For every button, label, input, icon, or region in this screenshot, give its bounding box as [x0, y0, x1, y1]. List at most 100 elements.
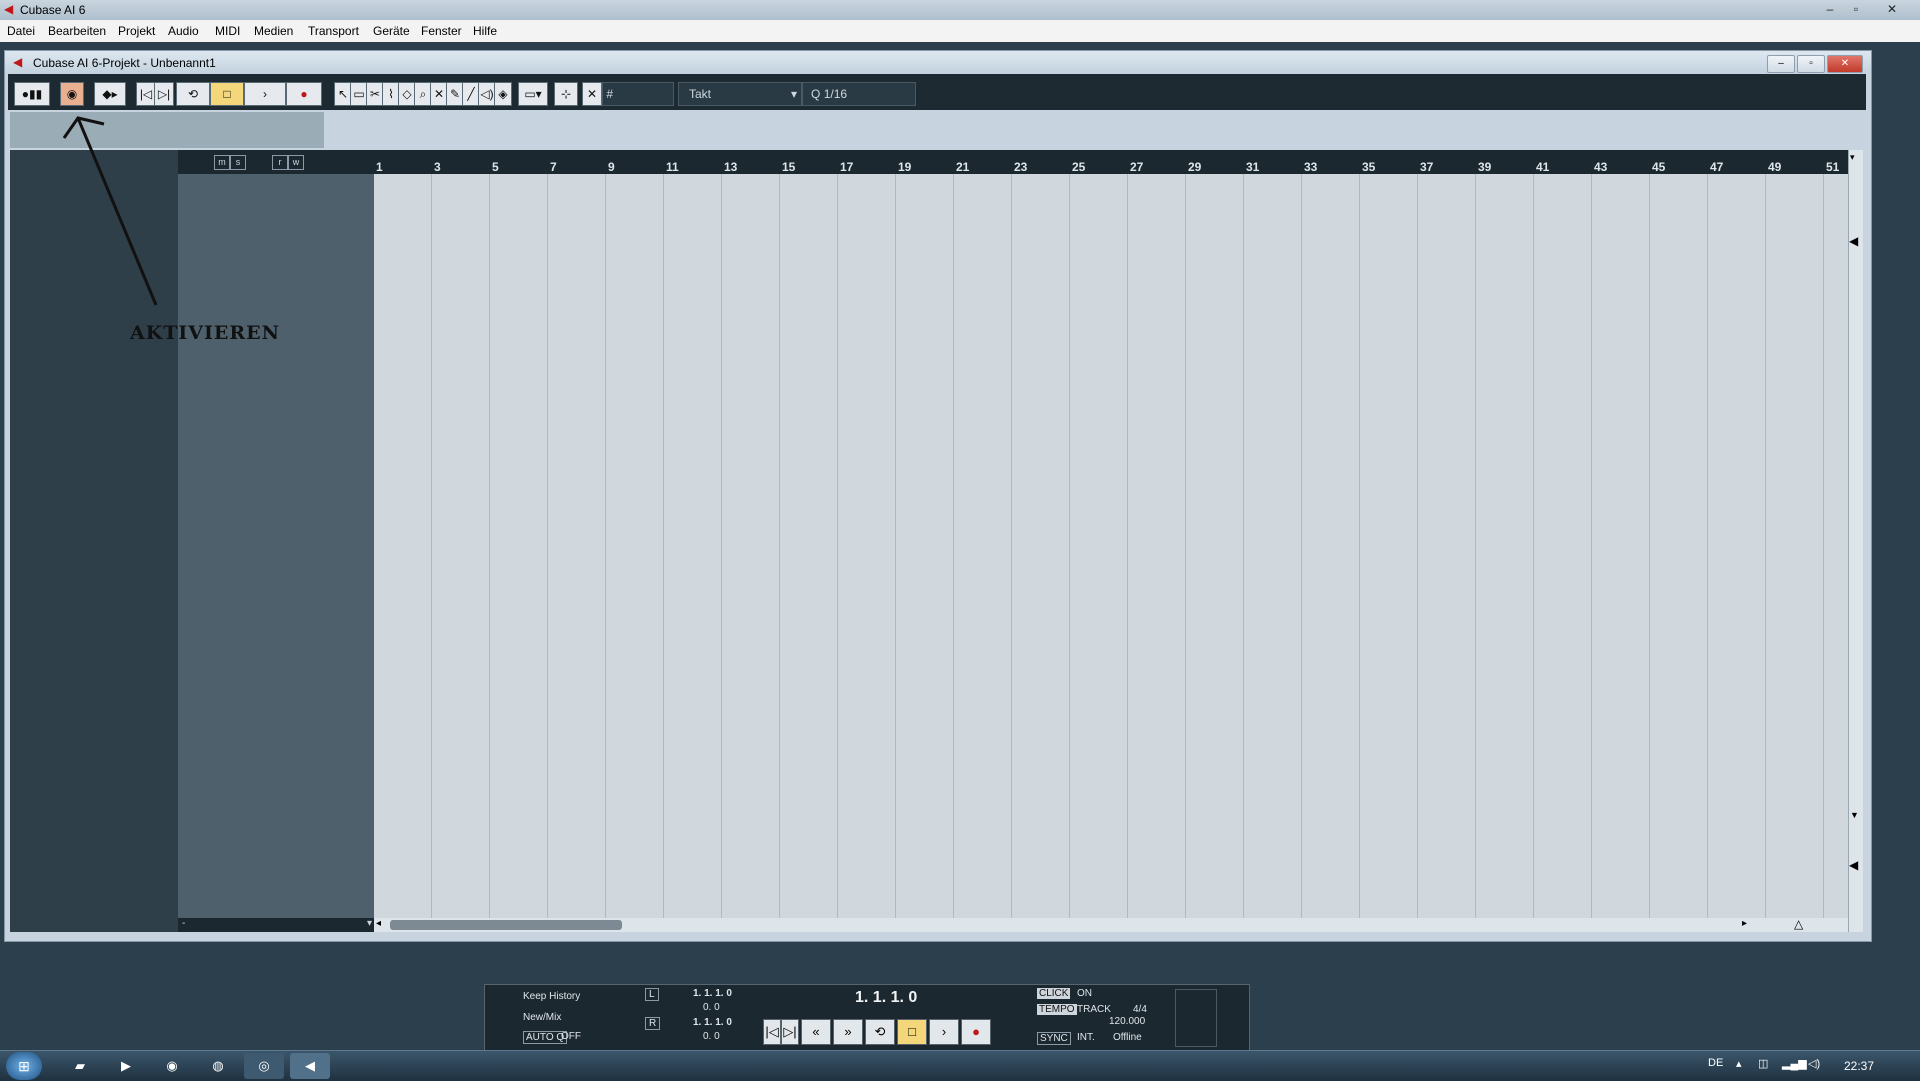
ruler-label: 47: [1710, 160, 1724, 174]
play-button[interactable]: ›: [244, 82, 286, 106]
activate-project-button[interactable]: ◉: [60, 82, 84, 106]
chrome-icon[interactable]: ◎: [244, 1053, 284, 1079]
automation-mode-button[interactable]: ◆▸: [94, 82, 126, 106]
menu-datei[interactable]: Datei: [7, 24, 35, 38]
global-write-button[interactable]: w: [288, 155, 304, 170]
time-signature[interactable]: 4/4: [1133, 1004, 1147, 1015]
cycle-icon[interactable]: ⟲: [865, 1019, 895, 1045]
menu-projekt[interactable]: Projekt: [118, 24, 155, 38]
color-tool-icon[interactable]: ◈: [494, 82, 512, 106]
ruler-label: 49: [1768, 160, 1782, 174]
project-close-button[interactable]: ✕: [1827, 55, 1863, 73]
tempo-label[interactable]: TEMPO: [1037, 1004, 1077, 1015]
transport-panel: Keep History New/Mix AUTO Q OFF L 1. 1. …: [484, 984, 1250, 1054]
go-to-start-icon[interactable]: |◁: [763, 1019, 781, 1045]
windows-start-icon[interactable]: ⊞: [6, 1052, 42, 1080]
network-signal-icon[interactable]: ▂▄▆: [1782, 1057, 1807, 1070]
history-label[interactable]: Keep History: [523, 991, 580, 1002]
menu-fenster[interactable]: Fenster: [421, 24, 462, 38]
record-button[interactable]: ●: [286, 82, 322, 106]
position-display[interactable]: 1. 1. 1. 0: [855, 989, 917, 1007]
event-display[interactable]: [374, 174, 1848, 918]
explorer-icon[interactable]: ▰: [60, 1053, 100, 1079]
scroll-right-icon[interactable]: ▸: [1742, 918, 1747, 929]
stop-button[interactable]: □: [897, 1019, 927, 1045]
timeline-ruler[interactable]: 1 3 5 7 9 11 13 15 17 19 21 23 25 27 29 31 33 35 37 39 41 43 4…: [374, 150, 1848, 174]
tempo-value[interactable]: 120.000: [1109, 1016, 1145, 1027]
show-hidden-icons-icon[interactable]: ▴: [1736, 1057, 1742, 1070]
record-button[interactable]: ●: [961, 1019, 991, 1045]
auto-quantize-state: OFF: [561, 1031, 581, 1042]
right-locator-sub: 0. 0: [703, 1031, 720, 1042]
mix-label[interactable]: New/Mix: [523, 1012, 561, 1023]
ruler-label: 25: [1072, 160, 1086, 174]
go-to-end-icon[interactable]: ▷|: [781, 1019, 799, 1045]
grid-type-select[interactable]: Takt ▾: [678, 82, 802, 106]
scroll-left-icon[interactable]: ◂: [376, 918, 381, 929]
app-icon[interactable]: ◉: [152, 1053, 192, 1079]
track-height-slider-icon[interactable]: ◀: [1849, 858, 1858, 872]
quantize-select[interactable]: Q 1/16: [802, 82, 916, 106]
menu-transport[interactable]: Transport: [308, 24, 359, 38]
horizontal-scrollbar[interactable]: ◂ ▸ △: [374, 917, 1848, 932]
global-mute-button[interactable]: m: [214, 155, 230, 170]
track-list-footer-value: -: [182, 918, 186, 929]
click-state: ON: [1077, 988, 1092, 999]
media-player-icon[interactable]: ▶: [106, 1053, 146, 1079]
zoom-menu-icon[interactable]: ▾: [1850, 152, 1855, 163]
scroll-down-icon[interactable]: ▼: [1850, 810, 1859, 820]
autoscroll-button[interactable]: ⊹: [554, 82, 578, 106]
go-to-end-icon[interactable]: ▷|: [154, 82, 174, 106]
go-to-start-icon[interactable]: |◁: [136, 82, 156, 106]
menu-bearbeiten[interactable]: Bearbeiten: [48, 24, 106, 38]
menu-geraete[interactable]: Geräte: [373, 24, 410, 38]
vertical-zoom-slider-icon[interactable]: ◀: [1849, 234, 1858, 248]
snap-zero-button[interactable]: ✕: [582, 82, 602, 106]
rewind-icon[interactable]: «: [801, 1019, 831, 1045]
global-solo-button[interactable]: s: [230, 155, 246, 170]
app-title: Cubase AI 6: [20, 3, 86, 17]
snap-button[interactable]: #: [602, 82, 674, 106]
menu-medien[interactable]: Medien: [254, 24, 293, 38]
horizontal-zoom-slider-icon[interactable]: △: [1794, 917, 1803, 931]
quantize-value: 1/16: [823, 87, 848, 101]
cycle-icon[interactable]: ⟲: [176, 82, 210, 106]
chevron-down-icon: ▾: [790, 87, 797, 101]
minimize-button[interactable]: –: [1818, 1, 1842, 17]
ruler-label: 39: [1478, 160, 1492, 174]
annotation-arrow: [62, 116, 158, 306]
menu-audio[interactable]: Audio: [168, 24, 199, 38]
project-maximize-button[interactable]: ▫: [1797, 55, 1825, 73]
ruler-label: 29: [1188, 160, 1202, 174]
volume-icon[interactable]: ◁): [1808, 1057, 1820, 1070]
fast-forward-icon[interactable]: »: [833, 1019, 863, 1045]
right-locator-label[interactable]: R: [645, 1017, 661, 1030]
left-locator-value[interactable]: 1. 1. 1. 0: [693, 988, 732, 999]
ruler-label: 43: [1594, 160, 1608, 174]
cubase-taskbar-icon[interactable]: ◀: [290, 1053, 330, 1079]
ruler-label: 31: [1246, 160, 1260, 174]
click-label[interactable]: CLICK: [1037, 988, 1071, 999]
network-app-icon[interactable]: ◍: [198, 1053, 238, 1079]
language-indicator[interactable]: DE: [1708, 1057, 1723, 1069]
stop-button[interactable]: □: [210, 82, 244, 106]
maximize-button[interactable]: ▫: [1844, 1, 1868, 17]
right-locator-value[interactable]: 1. 1. 1. 0: [693, 1017, 732, 1028]
sync-button[interactable]: SYNC: [1037, 1032, 1071, 1045]
constrain-delay-button[interactable]: ●▮▮: [14, 82, 50, 106]
close-button[interactable]: ✕: [1880, 1, 1904, 17]
global-read-button[interactable]: r: [272, 155, 288, 170]
vertical-scrollbar[interactable]: ▾ ◀ ▼ ◀: [1848, 150, 1863, 932]
project-toolbar: ●▮▮ ◉ ◆▸ |◁ ▷| ⟲ □ › ● ↖ ▭ ✂ ⌇ ◇ ⌕ ✕ ✎ ╱…: [8, 74, 1866, 110]
menu-hilfe[interactable]: Hilfe: [473, 24, 497, 38]
track-list-footer[interactable]: - ▾: [178, 918, 374, 932]
menu-midi[interactable]: MIDI: [215, 24, 240, 38]
clock[interactable]: 22:37: [1844, 1059, 1874, 1073]
tray-icon[interactable]: ◫: [1758, 1057, 1768, 1070]
color-selector-button[interactable]: ▭▾: [518, 82, 548, 106]
project-minimize-button[interactable]: –: [1767, 55, 1795, 73]
horizontal-scroll-thumb[interactable]: [390, 920, 622, 930]
play-button[interactable]: ›: [929, 1019, 959, 1045]
track-list: [178, 150, 374, 932]
left-locator-label[interactable]: L: [645, 988, 659, 1001]
